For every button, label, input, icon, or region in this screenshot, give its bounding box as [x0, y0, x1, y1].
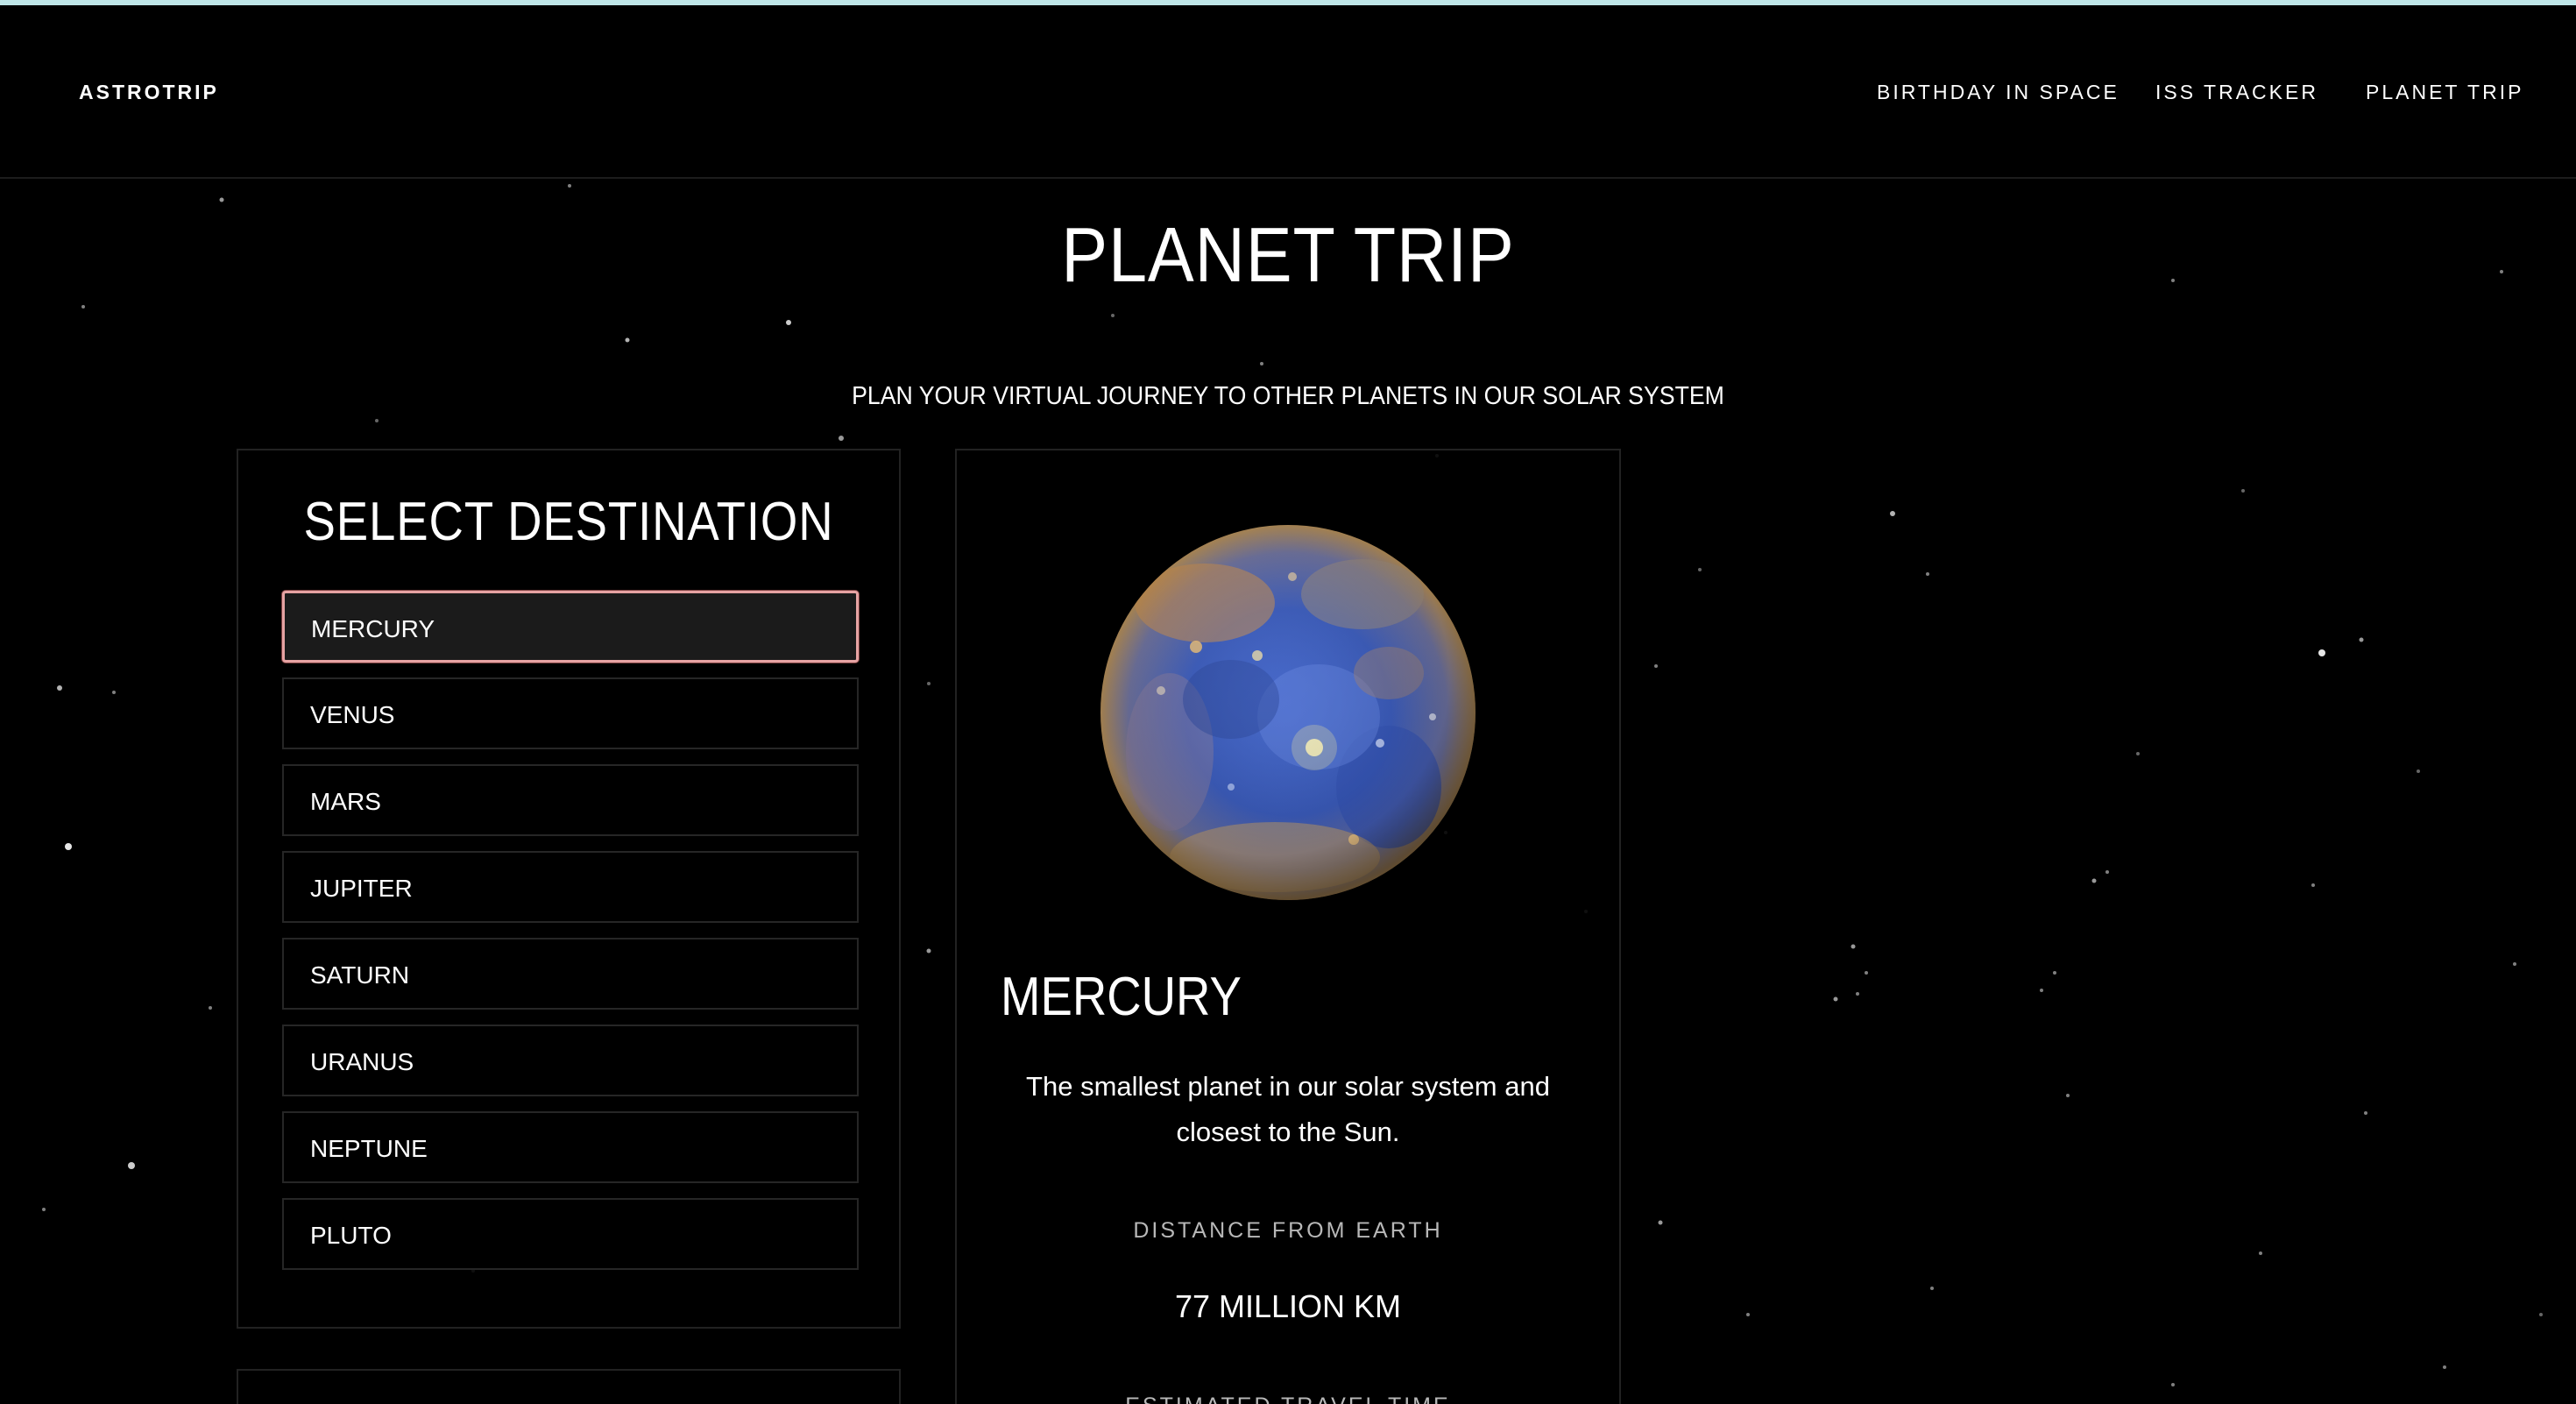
destination-heading: SELECT DESTINATION: [303, 492, 834, 552]
planet-description: The smallest planet in our solar system …: [1026, 1071, 1550, 1147]
destination-button-venus[interactable]: VENUS: [282, 677, 859, 749]
planet-image: [1100, 525, 1476, 900]
destination-label: MERCURY: [311, 615, 435, 642]
destination-button-saturn[interactable]: SATURN: [282, 938, 859, 1010]
destination-label: SATURN: [310, 961, 410, 989]
page-title: PLANET TRIP: [1061, 211, 1515, 298]
distance-label: DISTANCE FROM EARTH: [1133, 1218, 1443, 1243]
destination-panel: SELECT DESTINATION MERCURY VENUS MARS JU…: [237, 449, 901, 1329]
planet-name: MERCURY: [1001, 967, 1242, 1027]
destination-label: JUPITER: [310, 875, 413, 902]
top-navbar: ASTROTRIP BIRTHDAY IN SPACE ISS TRACKER …: [0, 5, 2576, 179]
destination-button-pluto[interactable]: PLUTO: [282, 1198, 859, 1270]
planet-detail-panel: MERCURY The smallest planet in our solar…: [955, 449, 1621, 1404]
destination-label: PLUTO: [310, 1222, 392, 1249]
nav-link-birthday-in-space[interactable]: BIRTHDAY IN SPACE: [1877, 81, 2120, 104]
destination-button-jupiter[interactable]: JUPITER: [282, 851, 859, 923]
destination-button-mercury[interactable]: MERCURY: [282, 591, 859, 663]
destination-label: MARS: [310, 788, 381, 815]
destination-button-mars[interactable]: MARS: [282, 764, 859, 836]
destination-button-neptune[interactable]: NEPTUNE: [282, 1111, 859, 1183]
brand-logo[interactable]: ASTROTRIP: [79, 81, 219, 104]
distance-value: 77 MILLION KM: [1174, 1288, 1402, 1324]
nav-link-planet-trip[interactable]: PLANET TRIP: [2366, 81, 2523, 104]
page: ASTROTRIP BIRTHDAY IN SPACE ISS TRACKER …: [0, 0, 2576, 1404]
destination-label: VENUS: [310, 701, 395, 728]
destination-list: MERCURY VENUS MARS JUPITER SATURN URANUS…: [282, 591, 859, 1285]
secondary-panel: [237, 1369, 901, 1404]
nav-link-iss-tracker[interactable]: ISS TRACKER: [2155, 81, 2318, 104]
page-subtitle: PLAN YOUR VIRTUAL JOURNEY TO OTHER PLANE…: [852, 382, 1724, 410]
destination-label: NEPTUNE: [310, 1135, 428, 1162]
destination-button-uranus[interactable]: URANUS: [282, 1025, 859, 1096]
travel-time-label: ESTIMATED TRAVEL TIME: [957, 1393, 1619, 1404]
destination-label: URANUS: [310, 1048, 414, 1075]
